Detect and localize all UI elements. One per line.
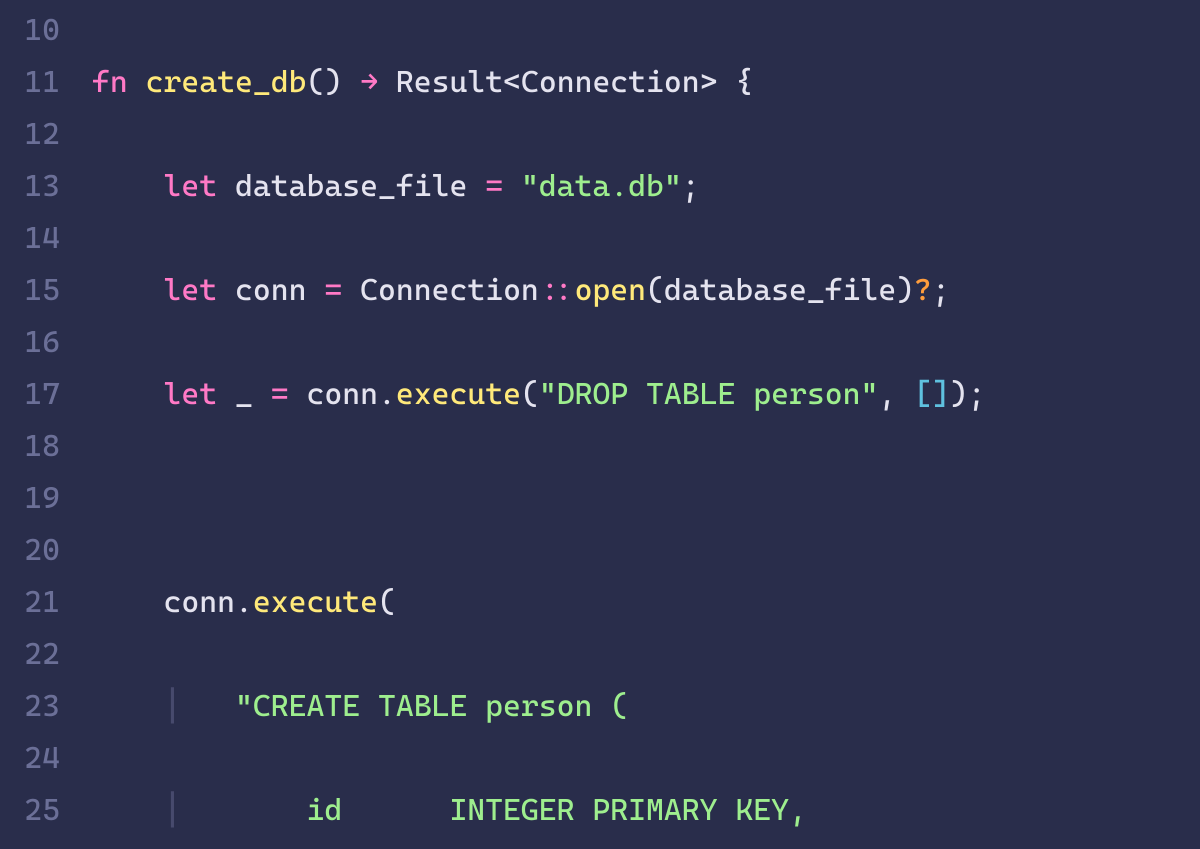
line-number: 10 — [0, 5, 60, 57]
line-number: 12 — [0, 109, 60, 161]
line-number: 16 — [0, 317, 60, 369]
code-line[interactable]: let database_file = "data.db"; — [92, 161, 986, 213]
line-number: 14 — [0, 213, 60, 265]
line-number: 20 — [0, 525, 60, 577]
line-number: 22 — [0, 629, 60, 681]
code-line[interactable]: let conn = Connection::open(database_fil… — [92, 265, 986, 317]
line-number-gutter: 10111213141516171819202122232425 — [0, 5, 68, 849]
line-number: 23 — [0, 681, 60, 733]
code-line[interactable]: │ id INTEGER PRIMARY KEY, — [92, 785, 986, 837]
line-number: 19 — [0, 473, 60, 525]
line-number: 18 — [0, 421, 60, 473]
line-number: 11 — [0, 57, 60, 109]
code-editor: 10111213141516171819202122232425 fn crea… — [0, 0, 1200, 849]
line-number: 15 — [0, 265, 60, 317]
code-line[interactable]: conn.execute( — [92, 577, 986, 629]
line-number: 13 — [0, 161, 60, 213]
line-number: 24 — [0, 733, 60, 785]
line-number: 17 — [0, 369, 60, 421]
line-number: 21 — [0, 577, 60, 629]
code-line[interactable]: fn create_db() → Result<Connection> { — [92, 57, 986, 109]
code-area[interactable]: fn create_db() → Result<Connection> { le… — [68, 5, 986, 849]
code-line[interactable]: │ "CREATE TABLE person ( — [92, 681, 986, 733]
code-line[interactable] — [92, 473, 986, 525]
line-number: 25 — [0, 785, 60, 837]
code-line[interactable]: let _ = conn.execute("DROP TABLE person"… — [92, 369, 986, 421]
